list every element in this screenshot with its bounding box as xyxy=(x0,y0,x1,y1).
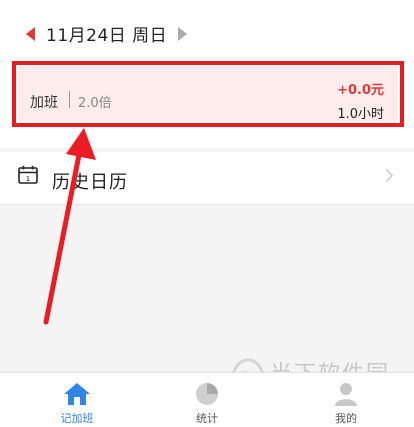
previous-day-arrow-icon[interactable] xyxy=(26,27,35,41)
record-hours: 1.0小时 xyxy=(337,107,384,122)
user-icon xyxy=(335,383,357,406)
tab-label: 我的 xyxy=(335,412,357,425)
record-amount: +0.0元 xyxy=(337,83,384,98)
tab-label: 统计 xyxy=(196,412,218,425)
record-type-label: 加班 xyxy=(30,95,58,111)
tab-statistics[interactable]: 统计 xyxy=(157,373,257,427)
calendar-icon-digit: 1 xyxy=(26,175,30,183)
date-navigator: 11月24日 周日 xyxy=(0,18,414,50)
bottom-tab-bar: 记加班 统计 我的 xyxy=(0,372,414,427)
top-card: 11月24日 周日 加班 2.0倍 +0.0元 1.0小时 xyxy=(0,0,414,148)
tab-record-overtime[interactable]: 记加班 xyxy=(27,373,127,427)
tab-profile[interactable]: 我的 xyxy=(296,373,396,427)
overtime-record-card[interactable]: 加班 2.0倍 +0.0元 1.0小时 xyxy=(12,61,404,127)
home-icon xyxy=(64,383,90,405)
record-multiplier: 2.0倍 xyxy=(78,96,112,111)
tab-label: 记加班 xyxy=(60,412,94,425)
current-date[interactable]: 11月24日 周日 xyxy=(46,21,167,46)
pie-chart-icon xyxy=(196,383,218,405)
next-day-arrow-icon[interactable] xyxy=(178,27,187,41)
overtime-record-body: 加班 2.0倍 +0.0元 1.0小时 xyxy=(18,67,398,122)
history-calendar-label: 历史日历 xyxy=(52,172,128,193)
calendar-icon: 1 xyxy=(18,165,38,184)
record-divider xyxy=(69,91,70,108)
